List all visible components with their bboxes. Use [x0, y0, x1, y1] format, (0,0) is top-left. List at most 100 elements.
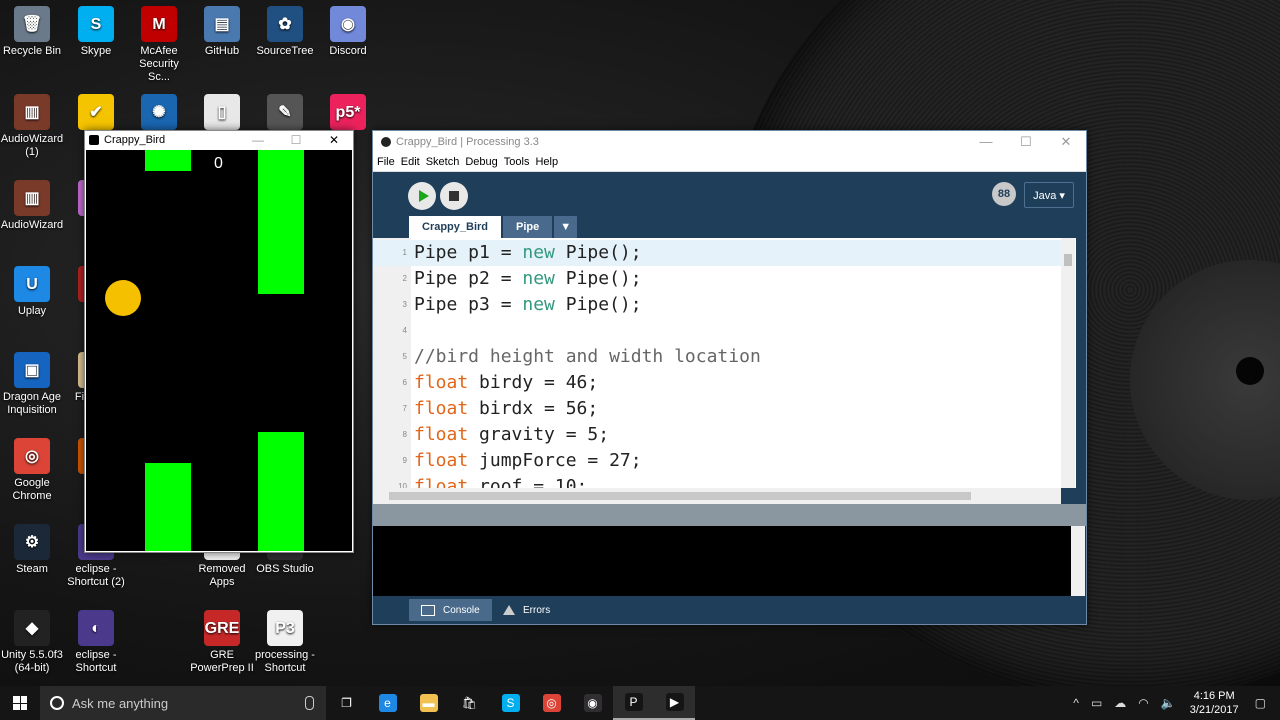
- show-hidden-icons-chevron-icon[interactable]: ^: [1073, 696, 1079, 710]
- desktop-icon[interactable]: M McAfee Security Sc...: [127, 0, 191, 84]
- console-output[interactable]: [373, 526, 1076, 596]
- taskbar-file-explorer[interactable]: ▬: [408, 686, 449, 720]
- taskbar-store[interactable]: 🛍: [449, 686, 490, 720]
- code-line[interactable]: 9 float jumpForce = 27;: [373, 448, 1061, 474]
- code-line[interactable]: 1 Pipe p1 = new Pipe();: [373, 240, 1061, 266]
- desktop-icon[interactable]: ▯: [190, 88, 254, 133]
- desktop-icon[interactable]: ◎ Google Chrome: [0, 432, 64, 503]
- desktop-icon[interactable]: ◆ Unity 5.5.0f3 (64-bit): [0, 604, 64, 675]
- taskbar-skype[interactable]: S: [490, 686, 531, 720]
- desktop-icon[interactable]: GRE GRE PowerPrep II: [190, 604, 254, 675]
- desktop-icon[interactable]: ✎: [253, 88, 317, 133]
- errors-tab[interactable]: Errors: [491, 599, 562, 621]
- game-canvas[interactable]: 0: [86, 150, 352, 551]
- clock-time: 4:16 PM: [1193, 690, 1235, 702]
- console-scrollbar[interactable]: [1071, 526, 1085, 596]
- desktop-icon-label: Uplay: [17, 305, 47, 317]
- code-line[interactable]: 5 //bird height and width location: [373, 344, 1061, 370]
- desktop-icon[interactable]: ✺: [127, 88, 191, 133]
- line-number: 1: [402, 248, 407, 257]
- taskbar-obs[interactable]: ◉: [572, 686, 613, 720]
- taskbar-edge[interactable]: e: [367, 686, 408, 720]
- desktop-icon[interactable]: ✿ SourceTree: [253, 0, 317, 58]
- code-line[interactable]: 7 float birdx = 56;: [373, 396, 1061, 422]
- code-text: float gravity = 5;: [414, 424, 610, 445]
- desktop-icon-label: SourceTree: [256, 45, 314, 57]
- console-tab[interactable]: Console: [409, 599, 492, 621]
- action-center-icon[interactable]: ▢: [1255, 696, 1266, 710]
- code-line[interactable]: 2 Pipe p2 = new Pipe();: [373, 266, 1061, 292]
- microphone-icon[interactable]: [305, 696, 314, 710]
- desktop-icon[interactable]: ◉ Discord: [316, 0, 380, 58]
- desktop-icon[interactable]: S Skype: [64, 0, 128, 58]
- tab-pipe[interactable]: Pipe: [503, 216, 553, 238]
- code-line[interactable]: 6 float birdy = 46;: [373, 370, 1061, 396]
- clock-date: 3/21/2017: [1189, 704, 1239, 716]
- line-number: 9: [402, 456, 407, 465]
- code-line[interactable]: 8 float gravity = 5;: [373, 422, 1061, 448]
- taskbar-processing[interactable]: P: [613, 686, 654, 720]
- desktop-icon-label: Recycle Bin: [2, 45, 62, 57]
- start-button[interactable]: [0, 686, 40, 720]
- desktop-icon[interactable]: ▤ GitHub: [190, 0, 254, 58]
- tab-menu-arrow[interactable]: ▼: [554, 216, 578, 238]
- shortcut-icon: 🗑: [14, 6, 50, 42]
- wifi-icon[interactable]: ◠: [1138, 696, 1148, 710]
- desktop-icon[interactable]: ⚙ Steam: [0, 518, 64, 576]
- game-window[interactable]: Crappy_Bird — ☐ ✕ 0: [84, 130, 354, 553]
- editor-console-splitter[interactable]: [373, 504, 1086, 526]
- desktop-icon[interactable]: U Uplay: [0, 260, 64, 318]
- menu-item-tools[interactable]: Tools: [504, 156, 530, 168]
- desktop-icon[interactable]: ▥ AudioWizard (1): [0, 88, 64, 159]
- menu-item-sketch[interactable]: Sketch: [426, 156, 460, 168]
- warning-icon: [503, 605, 515, 615]
- cortana-search-box[interactable]: Ask me anything: [40, 686, 326, 720]
- desktop-icon[interactable]: P3 processing - Shortcut: [253, 604, 317, 675]
- taskbar-crappy-bird[interactable]: ▶: [654, 686, 695, 720]
- chrome-icon: ◎: [542, 694, 561, 712]
- run-button[interactable]: [408, 182, 436, 210]
- code-line[interactable]: 3 Pipe p3 = new Pipe();: [373, 292, 1061, 318]
- battery-icon[interactable]: ▭: [1091, 696, 1102, 710]
- close-button[interactable]: ✕: [315, 133, 353, 147]
- maximize-button[interactable]: ☐: [1006, 134, 1046, 150]
- minimize-button[interactable]: —: [966, 134, 1006, 150]
- tab-crappy-bird[interactable]: Crappy_Bird: [409, 216, 502, 238]
- processing-titlebar[interactable]: Crappy_Bird | Processing 3.3 — ☐ ✕: [373, 131, 1086, 153]
- close-button[interactable]: ✕: [1046, 134, 1086, 150]
- shortcut-icon: ▥: [14, 94, 50, 130]
- minimize-button[interactable]: —: [239, 133, 277, 147]
- desktop-icon[interactable]: 🗑 Recycle Bin: [0, 0, 64, 58]
- desktop-icon[interactable]: ▣ Dragon Age Inquisition: [0, 346, 64, 417]
- editor-horizontal-scrollbar[interactable]: [373, 488, 1061, 504]
- taskbar-chrome[interactable]: ◎: [531, 686, 572, 720]
- game-window-titlebar[interactable]: Crappy_Bird — ☐ ✕: [85, 131, 353, 149]
- taskbar-task-view[interactable]: ❐: [326, 686, 367, 720]
- mode-selector[interactable]: Java ▾: [1024, 182, 1074, 208]
- maximize-button[interactable]: ☐: [277, 133, 315, 147]
- desktop-icon[interactable]: ▥ AudioWizard: [0, 174, 64, 232]
- menu-item-help[interactable]: Help: [535, 156, 558, 168]
- processing-window[interactable]: Crappy_Bird | Processing 3.3 — ☐ ✕ File E…: [372, 130, 1087, 625]
- onedrive-cloud-icon[interactable]: ☁: [1114, 696, 1126, 710]
- code-editor[interactable]: 1 Pipe p1 = new Pipe(); 2 Pipe p2 = new Pip…: [373, 238, 1076, 488]
- menu-item-file[interactable]: File: [377, 156, 395, 168]
- menu-item-edit[interactable]: Edit: [401, 156, 420, 168]
- editor-vertical-scrollbar[interactable]: [1061, 238, 1075, 488]
- task-view-icon: ❐: [337, 694, 356, 712]
- menu-item-debug[interactable]: Debug: [465, 156, 497, 168]
- debug-mode-icon[interactable]: 88: [992, 182, 1016, 206]
- code-line[interactable]: 4: [373, 318, 1061, 344]
- code-text: Pipe p1 = new Pipe();: [414, 242, 642, 263]
- code-line[interactable]: 10 float roof = 10;: [373, 474, 1061, 488]
- scroll-thumb[interactable]: [1064, 254, 1072, 266]
- scroll-thumb[interactable]: [389, 492, 971, 500]
- desktop-icon[interactable]: ◐ eclipse - Shortcut: [64, 604, 128, 675]
- volume-icon[interactable]: 🔈: [1161, 696, 1176, 710]
- cortana-icon: [50, 696, 64, 710]
- desktop-icon-label: AudioWizard: [0, 219, 64, 231]
- clock[interactable]: 4:16 PM 3/21/2017: [1190, 689, 1239, 717]
- store-icon: 🛍: [460, 694, 479, 712]
- crappy-bird-icon: ▶: [665, 693, 684, 711]
- stop-button[interactable]: [440, 182, 468, 210]
